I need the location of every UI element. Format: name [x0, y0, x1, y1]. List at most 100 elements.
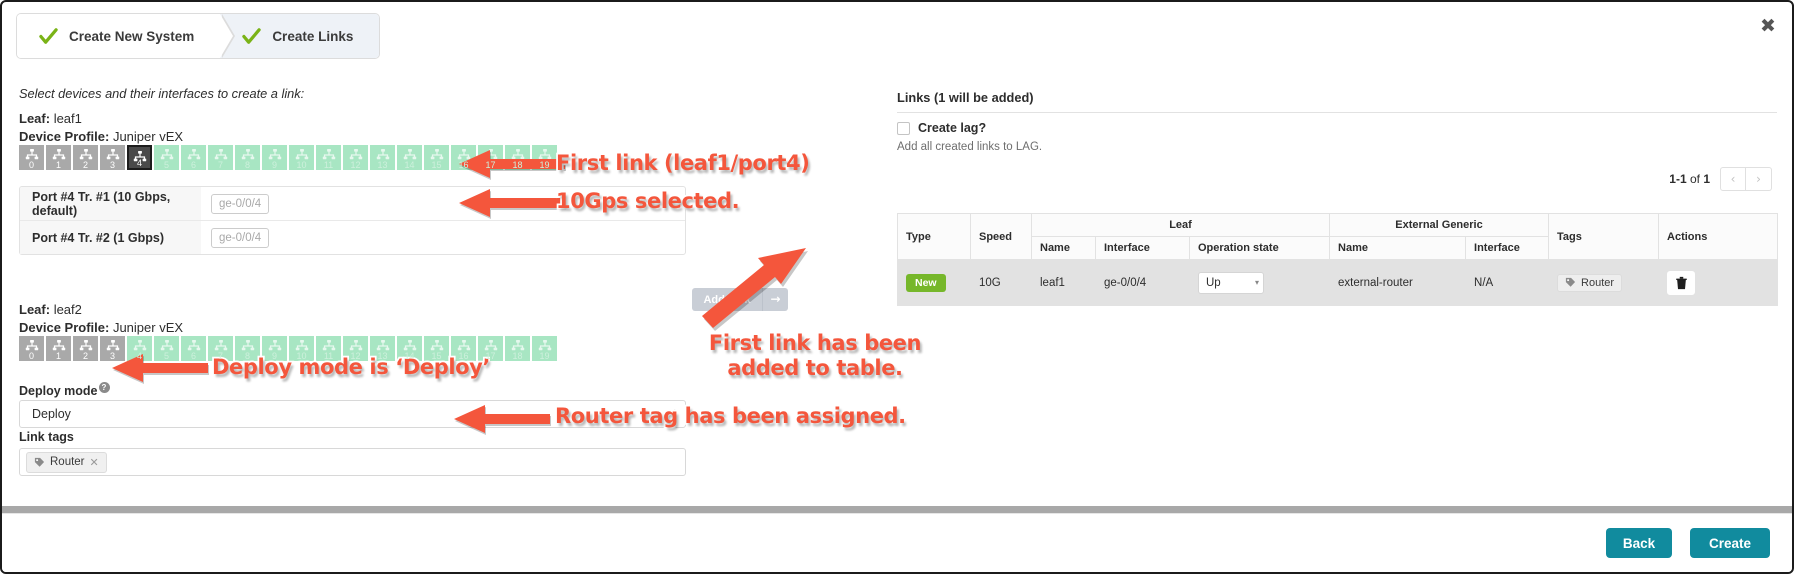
port-number: 8 [244, 351, 250, 361]
tab-label: Create Links [272, 28, 354, 44]
leaf1-port-0[interactable]: 0 [19, 145, 44, 170]
leaf1-info: Leaf: leaf1 Device Profile: Juniper vEX [19, 110, 183, 146]
port-number: 6 [190, 351, 196, 361]
transform-row[interactable]: Port #4 Tr. #2 (1 Gbps) ge-0/0/4 [20, 220, 685, 254]
leaf2-port-0[interactable]: 0 [19, 336, 44, 361]
divider [897, 112, 1777, 113]
next-page-button[interactable]: › [1746, 167, 1772, 191]
leaf1-port-1[interactable]: 1 [46, 145, 71, 170]
port-icon [294, 339, 309, 351]
leaf-value: leaf2 [53, 302, 82, 317]
cell-leaf-name: leaf1 [1031, 259, 1096, 306]
instruction-text: Select devices and their interfaces to c… [19, 86, 305, 101]
leaf1-port-11[interactable]: 11 [316, 145, 341, 170]
tab-create-new-system[interactable]: Create New System [17, 14, 236, 58]
port-number: 3 [109, 160, 115, 170]
create-button[interactable]: Create [1690, 528, 1770, 558]
operation-state-value: Up [1206, 276, 1221, 289]
port-number: 11 [323, 351, 334, 361]
annotation-text-3: First link has been added to table. [707, 329, 923, 382]
leaf1-port-4[interactable]: 4 [127, 145, 152, 170]
back-button[interactable]: Back [1606, 528, 1672, 558]
deploy-mode-label-text: Deploy mode [19, 384, 98, 399]
port-number: 12 [350, 160, 361, 170]
remove-tag-icon[interactable]: ✕ [90, 456, 99, 469]
port-icon [213, 339, 228, 351]
row-tag: Router [1557, 273, 1623, 292]
port-number: 14 [404, 160, 415, 170]
port-number: 15 [431, 160, 442, 170]
port-number: 18 [512, 351, 523, 361]
port-number: 0 [28, 160, 34, 170]
leaf1-port-12[interactable]: 12 [343, 145, 368, 170]
leaf1-port-2[interactable]: 2 [73, 145, 98, 170]
leaf1-port-9[interactable]: 9 [262, 145, 287, 170]
port-icon [375, 339, 390, 351]
th-ext-name: Name [1329, 236, 1467, 260]
delete-row-button[interactable] [1667, 270, 1696, 295]
port-number: 8 [244, 160, 250, 170]
leaf1-port-8[interactable]: 8 [235, 145, 260, 170]
leaf1-port-5[interactable]: 5 [154, 145, 179, 170]
close-icon[interactable]: ✖ [1758, 16, 1778, 36]
cell-leaf-interface: ge-0/0/4 [1095, 259, 1190, 306]
annotation-arrow-3 [702, 248, 808, 331]
th-ext-interface: Interface [1465, 236, 1550, 260]
tag-name: Router [50, 456, 85, 468]
leaf2-port-1[interactable]: 1 [46, 336, 71, 361]
leaf2-port-2[interactable]: 2 [73, 336, 98, 361]
cell-ext-name: external-router [1329, 259, 1467, 306]
help-icon[interactable]: ? [98, 382, 110, 393]
annotation-text-1: First link (leaf1/port4) [554, 149, 811, 177]
port-icon [321, 339, 336, 351]
create-lag-checkbox[interactable] [897, 121, 910, 135]
port-number: 1 [55, 351, 61, 361]
port-icon [429, 339, 444, 351]
leaf1-port-10[interactable]: 10 [289, 145, 314, 170]
transform-field[interactable]: ge-0/0/4 [201, 227, 685, 248]
leaf1-port-7[interactable]: 7 [208, 145, 233, 170]
leaf1-port-6[interactable]: 6 [181, 145, 206, 170]
port-icon [537, 339, 552, 351]
port-icon [24, 339, 39, 351]
port-number: 1 [55, 160, 61, 170]
device-profile-value: Juniper vEX [112, 129, 184, 144]
interface-input[interactable]: ge-0/0/4 [211, 227, 270, 248]
th-leaf-group: Leaf [1030, 213, 1331, 237]
th-type: Type [897, 213, 971, 260]
annotation-arrow-2 [459, 189, 566, 219]
operation-state-select[interactable]: Up ▾ [1198, 271, 1264, 294]
leaf1-port-13[interactable]: 13 [370, 145, 395, 170]
port-number: 9 [271, 351, 277, 361]
interface-input[interactable]: ge-0/0/4 [211, 193, 270, 214]
tab-create-links[interactable]: Create Links [220, 14, 380, 58]
leaf1-port-15[interactable]: 15 [424, 145, 449, 170]
leaf2-port-19[interactable]: 19 [532, 336, 557, 361]
port-icon [348, 148, 363, 160]
leaf-key: Leaf: [19, 302, 51, 317]
port-icon [132, 339, 147, 351]
create-lag-label: Create lag? [918, 121, 987, 135]
leaf1-port-14[interactable]: 14 [397, 145, 422, 170]
device-profile-key: Device Profile: [19, 320, 110, 335]
port-icon [105, 339, 120, 351]
port-icon [240, 339, 255, 351]
create-lag-row[interactable]: Create lag? [897, 121, 986, 135]
table-row: New 10G leaf1 ge-0/0/4 Up ▾ external-rou… [897, 259, 1779, 306]
port-number: 19 [539, 160, 550, 170]
port-number: 6 [190, 160, 196, 170]
leaf2-port-18[interactable]: 18 [505, 336, 530, 361]
port-number: 4 [136, 158, 142, 168]
prev-page-button[interactable]: ‹ [1720, 167, 1746, 191]
tag-pill-router[interactable]: Router ✕ [26, 451, 107, 473]
port-number: 7 [217, 160, 223, 170]
link-tags-input[interactable]: Router ✕ [19, 448, 686, 476]
annotation-arrow-5 [454, 405, 551, 435]
cell-operation-state[interactable]: Up ▾ [1188, 259, 1331, 306]
tab-label: Create New System [69, 28, 195, 44]
port-icon [456, 339, 471, 351]
leaf1-port-3[interactable]: 3 [100, 145, 125, 170]
port-number: 5 [163, 160, 169, 170]
cell-speed: 10G [970, 259, 1032, 306]
port-number: 17 [485, 351, 496, 361]
